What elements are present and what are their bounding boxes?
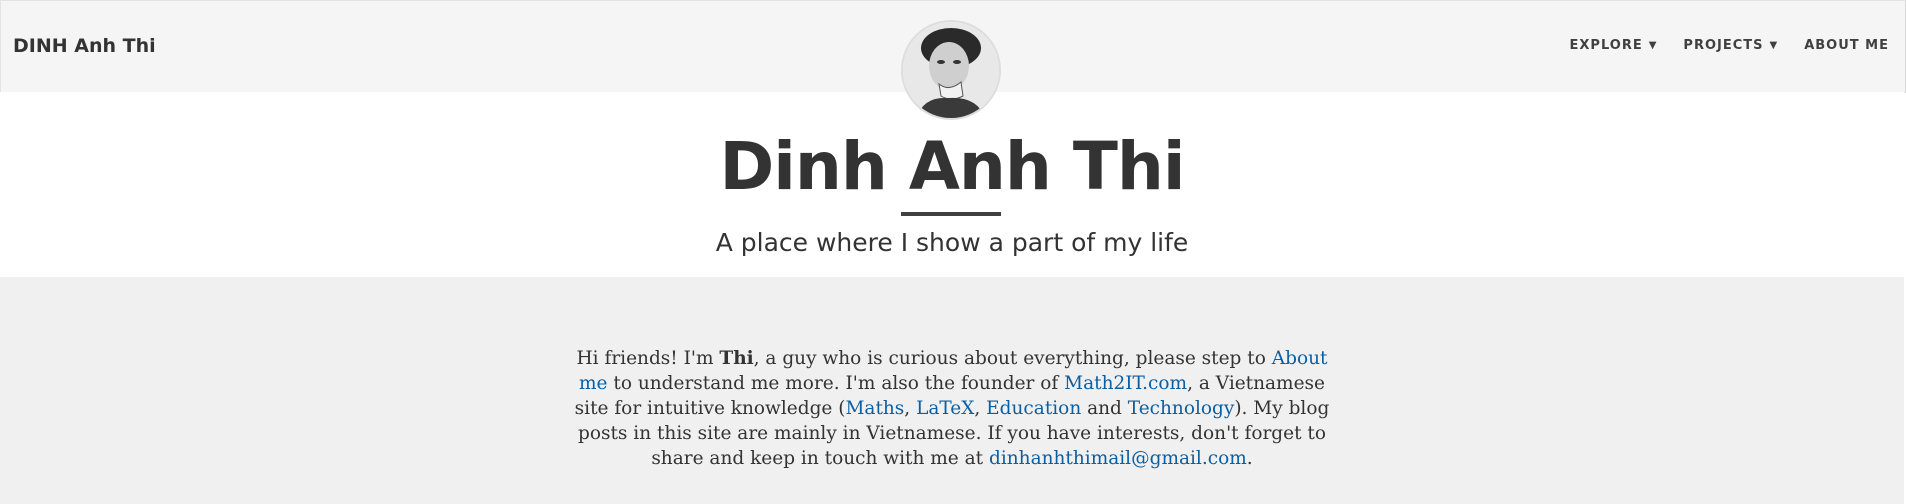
nav-about-me-label: ABOUT ME [1804, 38, 1889, 53]
page-title: Dinh Anh Thi [719, 128, 1185, 205]
brand-link[interactable]: DINH Anh Thi [13, 35, 156, 57]
intro-text: and [1081, 397, 1128, 419]
avatar[interactable] [901, 20, 1001, 120]
nav-explore-label: EXPLORE [1569, 38, 1643, 53]
intro-text: , [904, 397, 917, 419]
intro-text: , a guy who is curious about everything,… [753, 347, 1272, 369]
math2it-link[interactable]: Math2IT.com [1064, 373, 1187, 394]
maths-link[interactable]: Maths [845, 398, 904, 419]
caret-down-icon: ▼ [1769, 40, 1779, 51]
caret-down-icon: ▼ [1648, 40, 1658, 51]
technology-link[interactable]: Technology [1128, 398, 1235, 419]
nav-explore-dropdown[interactable]: EXPLORE ▼ [1570, 38, 1658, 53]
title-divider [901, 212, 1001, 216]
nav-projects-label: PROJECTS [1683, 38, 1764, 53]
nav-projects-dropdown[interactable]: PROJECTS ▼ [1683, 38, 1778, 53]
intro-text: , [974, 397, 987, 419]
intro-name: Thi [719, 347, 754, 369]
latex-link[interactable]: LaTeX [916, 398, 974, 419]
intro-text: Hi friends! I'm [576, 347, 720, 369]
nav-about-me-link[interactable]: ABOUT ME [1804, 38, 1889, 53]
nav-links: EXPLORE ▼ PROJECTS ▼ ABOUT ME [1544, 38, 1889, 53]
intro-paragraph: Hi friends! I'm Thi, a guy who is curiou… [570, 346, 1334, 471]
avatar-photo-icon [903, 22, 999, 118]
intro-text: to understand me more. I'm also the foun… [607, 372, 1065, 394]
education-link[interactable]: Education [986, 398, 1081, 419]
main-content: Hi friends! I'm Thi, a guy who is curiou… [0, 277, 1904, 504]
email-link[interactable]: dinhanhthimail@gmail.com [989, 448, 1247, 469]
intro-text: . [1246, 447, 1253, 469]
page-subtitle: A place where I show a part of my life [715, 228, 1189, 257]
